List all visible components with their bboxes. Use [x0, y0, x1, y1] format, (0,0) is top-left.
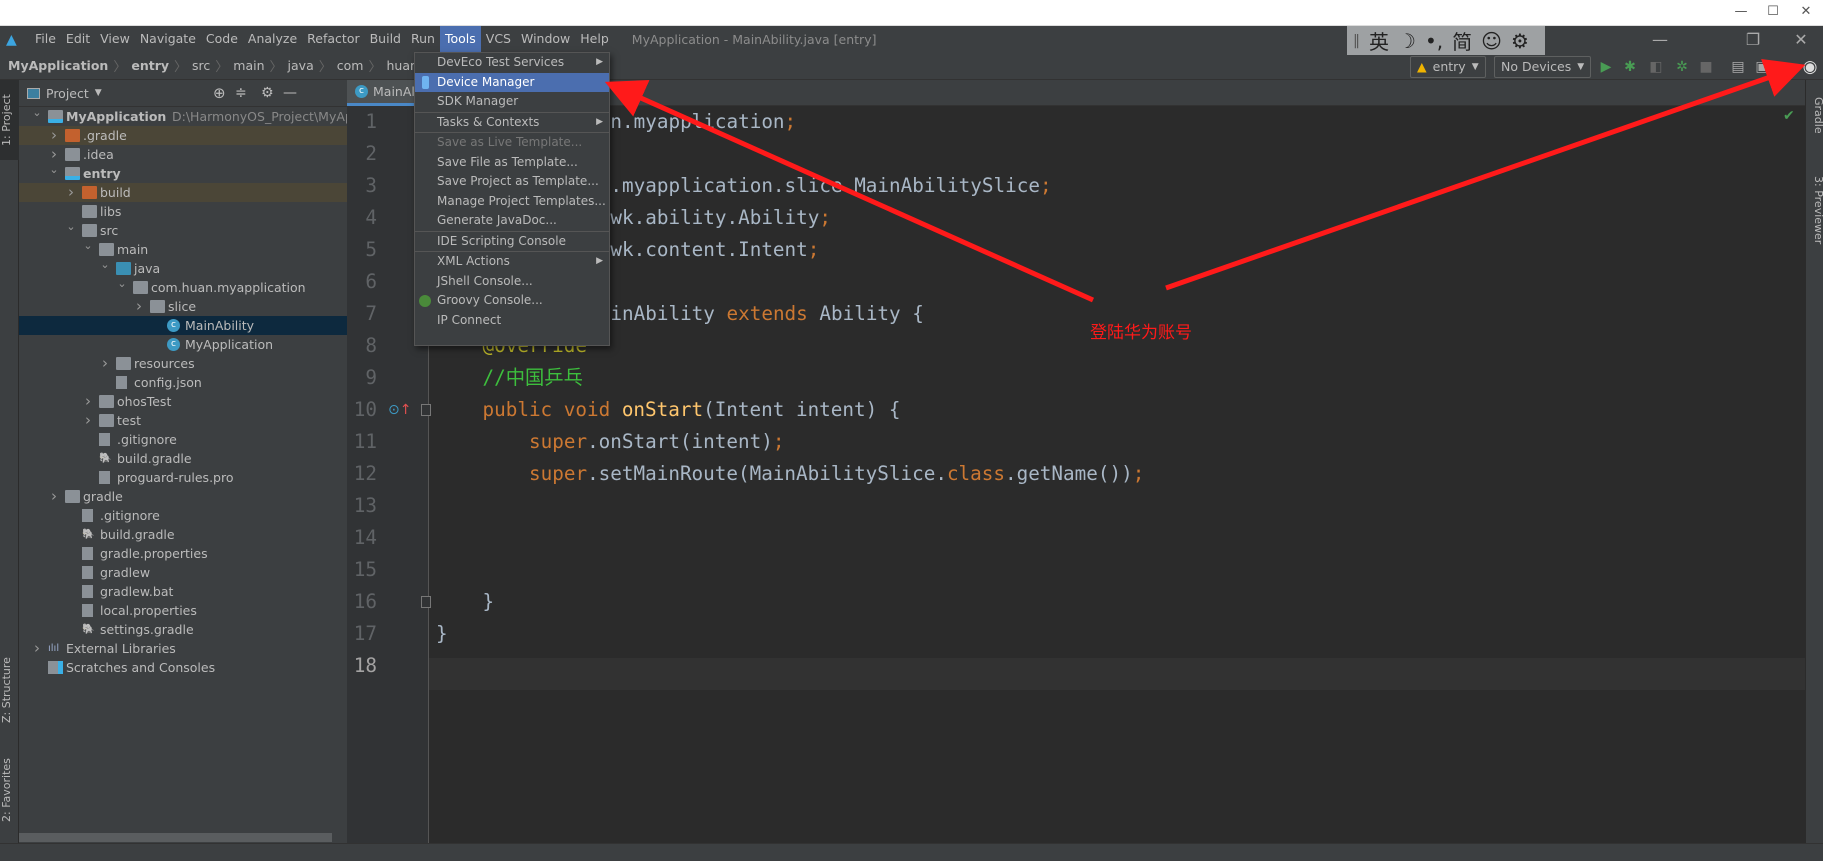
annotation-label: 登陆华为账号 [1090, 323, 1192, 343]
arrow-to-account-icon [1165, 59, 1806, 291]
annotation-arrows [604, 59, 1806, 303]
arrow-to-device-manager [604, 79, 1095, 303]
